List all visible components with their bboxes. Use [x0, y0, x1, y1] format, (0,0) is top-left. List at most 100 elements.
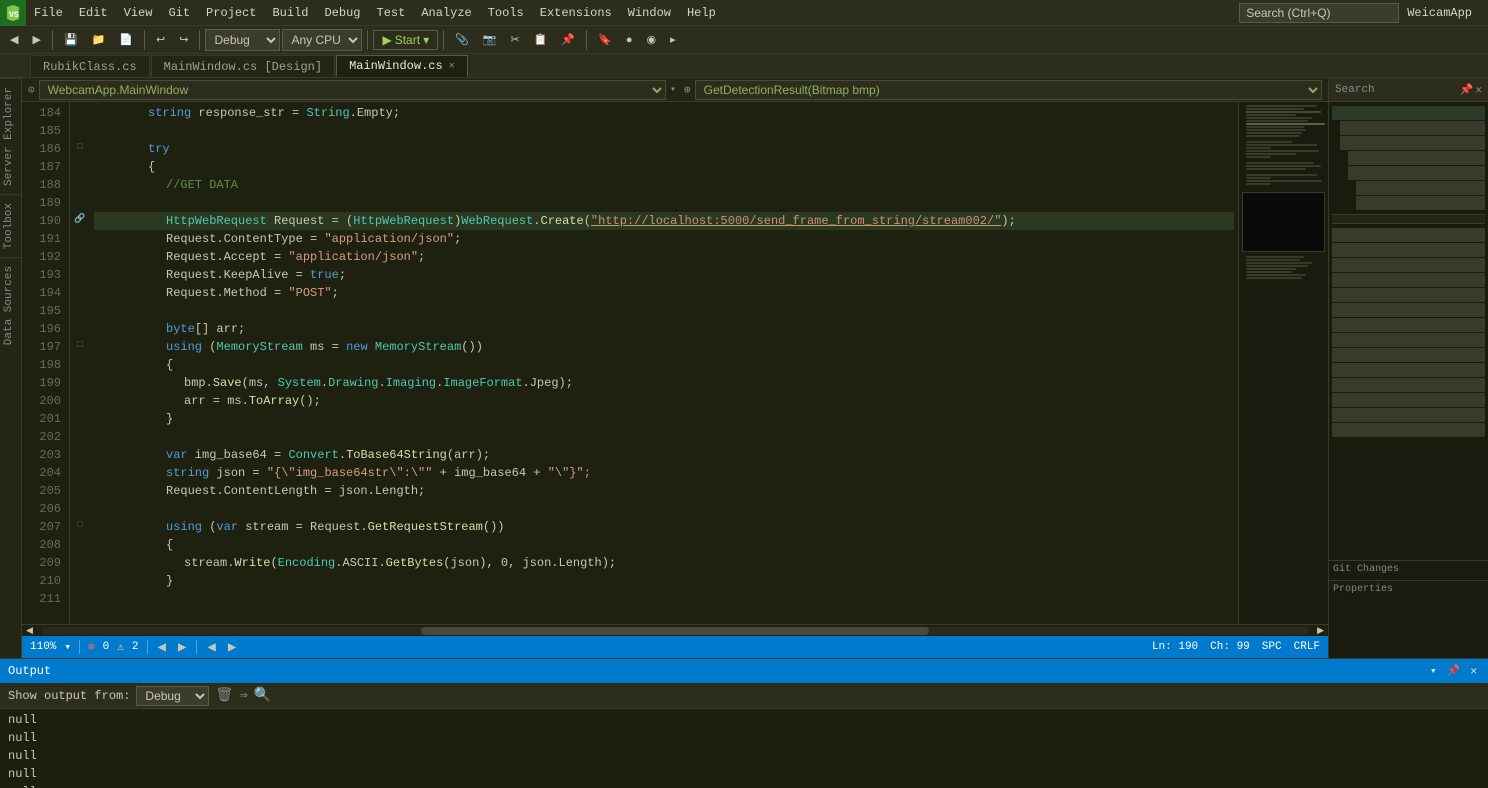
toolbar-new[interactable]: 📄 — [113, 30, 139, 49]
output-line-1: null — [8, 711, 1480, 729]
menu-help[interactable]: Help — [679, 0, 724, 25]
menu-test[interactable]: Test — [369, 0, 414, 25]
gutter-209 — [70, 552, 90, 570]
code-content[interactable]: string response_str = String.Empty; try … — [90, 102, 1238, 624]
toolbar-bookmark[interactable]: 🔖 — [592, 30, 618, 49]
platform-dropdown[interactable]: Any CPU x64 x86 — [282, 29, 362, 51]
gutter-186[interactable]: □ — [70, 138, 90, 156]
menu-git[interactable]: Git — [160, 0, 198, 25]
output-filter-btn[interactable]: 🔍 — [254, 687, 271, 704]
toolbar-redo[interactable]: ↪ — [173, 30, 194, 49]
scroll-track[interactable] — [41, 627, 1309, 635]
nav-back[interactable]: ◀ — [156, 639, 168, 656]
toolbar-attach[interactable]: 📎 — [449, 30, 475, 49]
output-source-label: Show output from: — [8, 689, 130, 703]
gutter-188 — [70, 174, 90, 192]
tab-rubikclass[interactable]: RubikClass.cs — [30, 55, 150, 77]
toolbar-bp2[interactable]: ◉ — [640, 30, 662, 49]
output-dropdown-btn[interactable]: ▾ — [1427, 663, 1440, 679]
menu-extensions[interactable]: Extensions — [532, 0, 620, 25]
scroll-left-btn[interactable]: ◀ — [22, 625, 37, 637]
debug-config-dropdown[interactable]: Debug Release — [205, 29, 280, 51]
line-ending-indicator: CRLF — [1294, 641, 1320, 653]
scroll-thumb[interactable] — [421, 627, 928, 635]
toolbar-undo[interactable]: ↩ — [150, 30, 171, 49]
code-line-198: { — [94, 356, 1234, 374]
menu-bar: VS File Edit View Git Project Build Debu… — [0, 0, 1488, 26]
menu-edit[interactable]: Edit — [71, 0, 116, 25]
tab-mainwindow-design[interactable]: MainWindow.cs [Design] — [151, 55, 335, 77]
code-line-186: try — [94, 140, 1234, 158]
gutter-189 — [70, 192, 90, 210]
error-count: 0 — [103, 641, 110, 653]
right-panel-pin[interactable]: 📌 — [1460, 83, 1474, 97]
tab-mainwindow-design-label: MainWindow.cs [Design] — [164, 60, 322, 74]
sidebar-data-sources[interactable]: Data Sources — [0, 257, 21, 353]
toolbar-cut[interactable]: ✂ — [505, 30, 526, 49]
code-nav-arrow: ▾ — [670, 84, 676, 96]
app-icon: VS — [0, 0, 26, 26]
tab-mainwindow-cs[interactable]: MainWindow.cs ✕ — [336, 55, 468, 77]
gutter-210 — [70, 570, 90, 588]
menu-debug[interactable]: Debug — [316, 0, 368, 25]
toolbar-cam[interactable]: 📷 — [477, 30, 503, 49]
output-close-btn[interactable]: ✕ — [1467, 663, 1480, 679]
code-line-192: Request.Accept = "application/json"; — [94, 248, 1234, 266]
menu-window[interactable]: Window — [620, 0, 679, 25]
menu-build[interactable]: Build — [264, 0, 316, 25]
code-nav-class-icon: ⊙ — [28, 83, 35, 97]
menu-analyze[interactable]: Analyze — [413, 0, 479, 25]
gutter-206 — [70, 498, 90, 516]
toolbar-bp1[interactable]: ● — [620, 31, 639, 49]
output-pin-btn[interactable]: 📌 — [1444, 663, 1464, 679]
code-line-184: string response_str = String.Empty; — [94, 104, 1234, 122]
output-content: null null null null null — [0, 709, 1488, 788]
method-dropdown[interactable]: GetDetectionResult(Bitmap bmp) — [695, 80, 1322, 100]
code-nav-bar: ⊙ WebcamApp.MainWindow ▾ ⊕ GetDetectionR… — [22, 78, 1328, 102]
nav-prev[interactable]: ◀ — [205, 639, 217, 656]
output-line-3: null — [8, 747, 1480, 765]
code-line-185 — [94, 122, 1234, 140]
menu-tools[interactable]: Tools — [480, 0, 532, 25]
gutter-199 — [70, 372, 90, 390]
toolbar-paste[interactable]: 📌 — [555, 30, 581, 49]
output-line-4: null — [8, 765, 1480, 783]
nav-next[interactable]: ▶ — [226, 639, 238, 656]
toolbar-back[interactable]: ◀ — [4, 30, 24, 49]
gutter-187 — [70, 156, 90, 174]
sidebar-toolbox[interactable]: Toolbox — [0, 194, 21, 257]
toolbar-open[interactable]: 📁 — [86, 30, 112, 49]
gutter-202 — [70, 426, 90, 444]
main-area: Server Explorer Toolbox Data Sources ⊙ W… — [0, 78, 1488, 658]
output-clear-btn[interactable]: 🗑 — [215, 687, 233, 704]
horizontal-scrollbar[interactable]: ◀ ▶ — [22, 624, 1328, 636]
menu-project[interactable]: Project — [198, 0, 264, 25]
sidebar-server-explorer[interactable]: Server Explorer — [0, 78, 21, 194]
scroll-right-btn[interactable]: ▶ — [1313, 625, 1328, 637]
gutter-191 — [70, 228, 90, 246]
output-word-wrap-btn[interactable]: ⇒ — [239, 687, 247, 704]
gutter-205 — [70, 480, 90, 498]
toolbar-copy[interactable]: 📋 — [528, 30, 554, 49]
toolbar-more[interactable]: ▸ — [664, 30, 682, 49]
namespace-dropdown[interactable]: WebcamApp.MainWindow — [39, 80, 666, 100]
menu-view[interactable]: View — [116, 0, 161, 25]
toolbar-forward[interactable]: ▶ — [26, 30, 46, 49]
search-input[interactable] — [1239, 3, 1399, 23]
code-line-191: Request.ContentType = "application/json"… — [94, 230, 1234, 248]
menu-file[interactable]: File — [26, 0, 71, 25]
nav-forward[interactable]: ▶ — [176, 639, 188, 656]
zoom-dropdown-icon[interactable]: ▾ — [64, 640, 71, 654]
line-numbers: 184 185 186 187 188 189 190 191 192 193 … — [22, 102, 70, 624]
gutter-207[interactable]: □ — [70, 516, 90, 534]
right-panel-close[interactable]: ✕ — [1475, 83, 1482, 97]
gutter-198 — [70, 354, 90, 372]
gutter-190: 🔗 — [70, 210, 90, 228]
toolbar-save[interactable]: 💾 — [58, 30, 84, 49]
left-sidebar: Server Explorer Toolbox Data Sources — [0, 78, 22, 658]
start-button[interactable]: ▶ Start ▾ — [373, 30, 438, 50]
output-header-left: Output — [8, 664, 51, 678]
tab-mainwindow-cs-close[interactable]: ✕ — [449, 60, 455, 72]
output-source-dropdown[interactable]: Debug Build General — [136, 686, 209, 706]
gutter-197[interactable]: □ — [70, 336, 90, 354]
